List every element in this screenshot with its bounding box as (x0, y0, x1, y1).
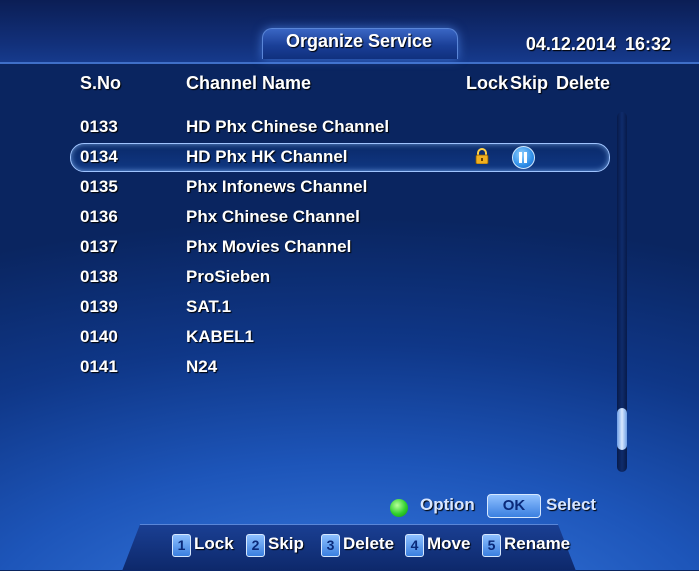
channel-row[interactable]: 0141 N24 (0, 352, 699, 382)
option-label: Option (420, 495, 475, 514)
channel-number: 0137 (80, 237, 118, 256)
footer-delete-label: Delete (343, 534, 395, 553)
channel-name: SAT.1 (186, 297, 232, 316)
channel-name: HD Phx Chinese Channel (186, 117, 390, 136)
footer-lock-label: Lock (194, 534, 234, 553)
key-2: 2 (246, 534, 265, 557)
ok-key[interactable]: OK (487, 494, 541, 518)
key-5: 5 (482, 534, 501, 557)
pause-skip-icon[interactable] (512, 146, 535, 169)
channel-name: ProSieben (186, 267, 271, 286)
key-4: 4 (405, 534, 424, 557)
column-header-lock: Lock (466, 73, 509, 93)
channel-number: 0140 (80, 327, 118, 346)
channel-row[interactable]: 0139 SAT.1 (0, 292, 699, 322)
green-circle-icon[interactable] (390, 499, 408, 517)
channel-row[interactable]: 0140 KABEL1 (0, 322, 699, 352)
channel-name: Phx Chinese Channel (186, 207, 360, 226)
channel-name: KABEL1 (186, 327, 255, 346)
key-1: 1 (172, 534, 191, 557)
padlock-icon[interactable] (474, 148, 490, 164)
channel-name: HD Phx HK Channel (186, 147, 348, 166)
column-header-delete: Delete (556, 73, 611, 93)
date-time: 04.12.2014 16:32 (526, 34, 671, 55)
footer-skip-label: Skip (268, 534, 304, 553)
column-header-sno: S.No (80, 73, 122, 93)
channel-number: 0139 (80, 297, 118, 316)
channel-row[interactable]: 0136 Phx Chinese Channel (0, 202, 699, 232)
column-header-skip: Skip (510, 73, 549, 93)
channel-number: 0136 (80, 207, 118, 226)
channel-number: 0138 (80, 267, 118, 286)
key-3: 3 (321, 534, 340, 557)
footer-rename-label: Rename (504, 534, 571, 553)
channel-number: 0134 (80, 147, 118, 166)
channel-name: Phx Infonews Channel (186, 177, 368, 196)
column-header-name: Channel Name (186, 73, 312, 93)
time-label: 16:32 (624, 34, 671, 54)
channel-name: N24 (186, 357, 218, 376)
channel-row[interactable]: 0138 ProSieben (0, 262, 699, 292)
channel-number: 0141 (80, 357, 118, 376)
channel-row[interactable]: 0137 Phx Movies Channel (0, 232, 699, 262)
channel-row[interactable]: 0133 HD Phx Chinese Channel (0, 112, 699, 142)
channel-name: Phx Movies Channel (186, 237, 352, 256)
scrollbar-thumb[interactable] (617, 408, 627, 450)
page-title: Organize Service (285, 31, 433, 51)
date-label: 04.12.2014 (525, 34, 616, 54)
channel-number: 0135 (80, 177, 118, 196)
channel-row-selected[interactable]: 0134 HD Phx HK Channel (0, 142, 699, 172)
scrollbar[interactable] (617, 112, 627, 472)
channel-row[interactable]: 0135 Phx Infonews Channel (0, 172, 699, 202)
select-label: Select (546, 495, 597, 514)
channel-number: 0133 (80, 117, 118, 136)
footer-move-label: Move (427, 534, 471, 553)
